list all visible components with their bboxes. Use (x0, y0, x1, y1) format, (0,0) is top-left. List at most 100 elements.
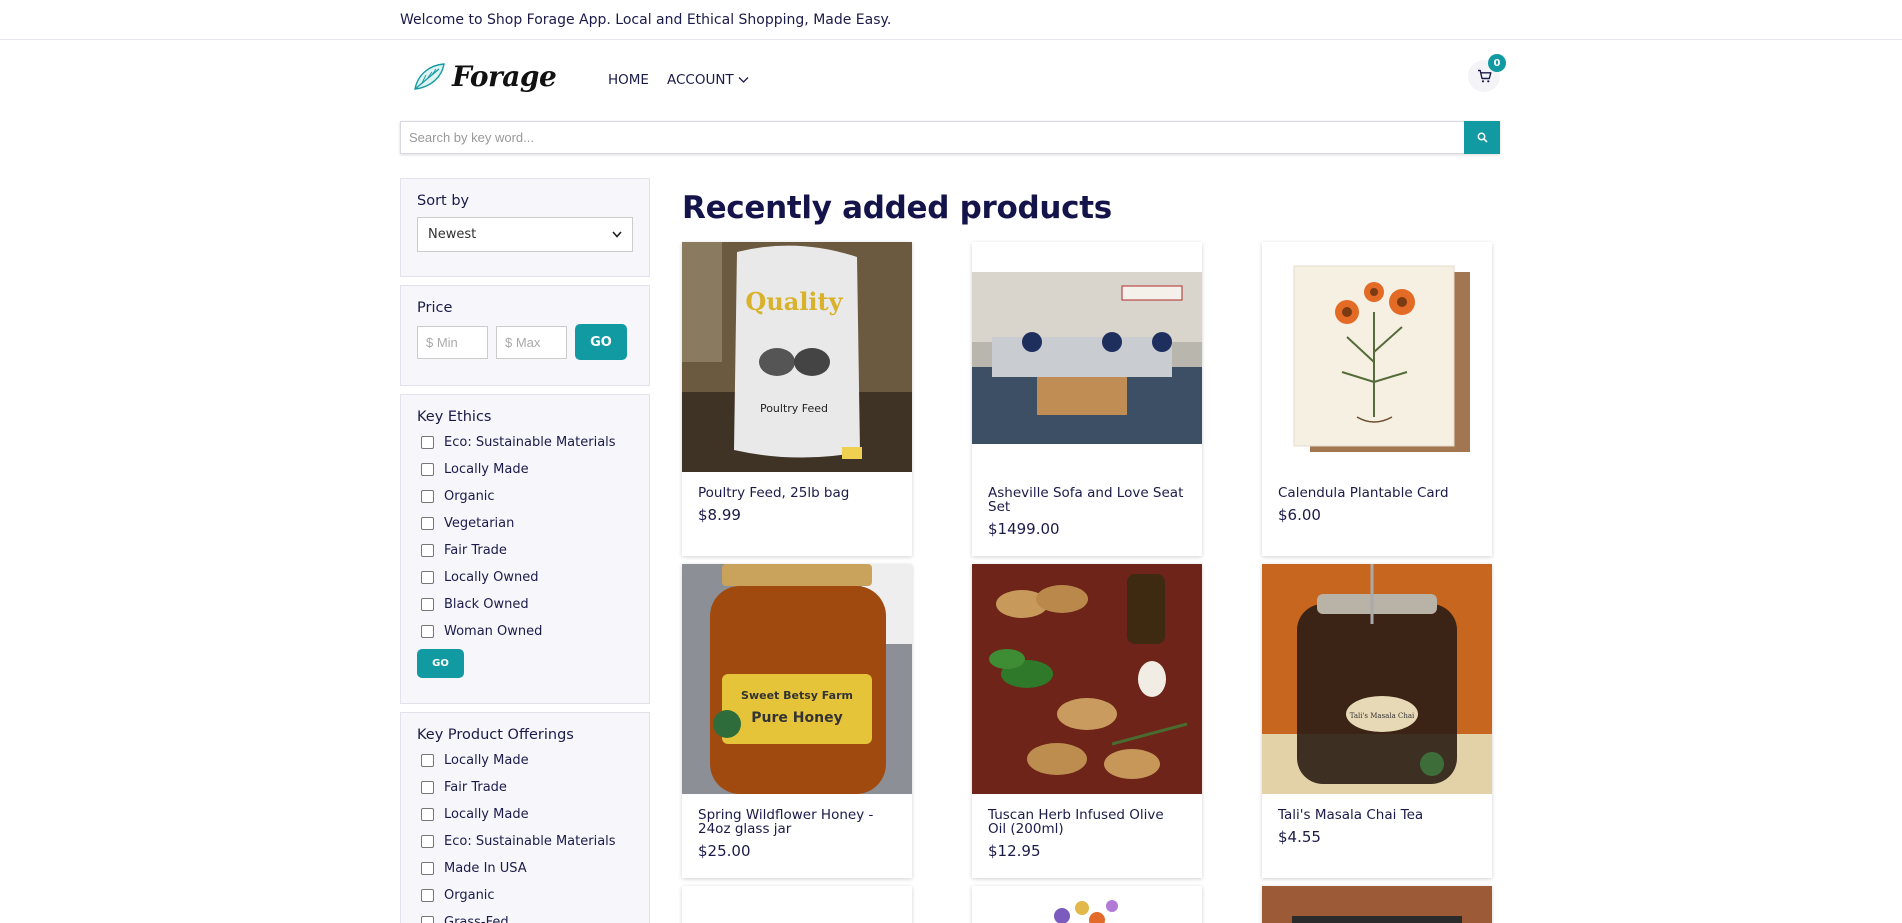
filter-checkbox-row[interactable]: Woman Owned (417, 618, 633, 645)
search-button[interactable] (1464, 121, 1500, 154)
product-price: $4.55 (1278, 828, 1321, 846)
checkbox-label: Fair Trade (444, 543, 507, 558)
checkbox[interactable] (421, 835, 434, 848)
checkbox[interactable] (421, 808, 434, 821)
product-card[interactable]: Tuscan Herb Infused Olive Oil (200ml) $1… (972, 564, 1202, 878)
product-image (972, 886, 1202, 923)
price-panel: Price GO (400, 285, 650, 386)
search-bar (400, 121, 1500, 154)
site-header: Forage HOME ACCOUNT 0 (400, 40, 1506, 120)
ethics-go-button[interactable]: GO (417, 649, 464, 678)
checkbox[interactable] (421, 625, 434, 638)
product-card[interactable] (1262, 886, 1492, 923)
checkbox-label: Made In USA (444, 861, 527, 876)
product-image (972, 564, 1202, 794)
checkbox[interactable] (421, 916, 434, 923)
sort-selected-value: Newest (428, 227, 477, 242)
search-input[interactable] (401, 122, 1464, 153)
checkbox[interactable] (421, 862, 434, 875)
main-nav: HOME ACCOUNT (608, 72, 749, 88)
price-min-input[interactable] (417, 325, 488, 359)
checkbox-label: Eco: Sustainable Materials (444, 435, 616, 450)
product-price: $6.00 (1278, 506, 1321, 524)
brick-wall-image (1262, 886, 1492, 923)
checkbox[interactable] (421, 436, 434, 449)
price-title: Price (417, 300, 453, 316)
welcome-bar: Welcome to Shop Forage App. Local and Et… (0, 0, 1902, 40)
checkbox-label: Locally Made (444, 807, 529, 822)
product-name: Poultry Feed, 25lb bag (698, 485, 850, 501)
key-offerings-title: Key Product Offerings (417, 727, 574, 743)
svg-text:Tali's Masala Chai: Tali's Masala Chai (1350, 712, 1415, 720)
price-go-button[interactable]: GO (575, 324, 627, 360)
checkbox-label: Organic (444, 489, 495, 504)
filter-checkbox-row[interactable]: Black Owned (417, 591, 633, 618)
checkbox[interactable] (421, 544, 434, 557)
product-card[interactable]: Calendula Plantable Card $6.00 (1262, 242, 1492, 556)
olive-oil-image (972, 564, 1202, 794)
filter-checkbox-row[interactable]: Eco: Sustainable Materials (417, 429, 633, 456)
product-image: Tali's Masala Chai (1262, 564, 1492, 794)
product-image (1262, 242, 1492, 472)
product-name: Tali's Masala Chai Tea (1278, 807, 1424, 823)
sort-select[interactable]: Newest (417, 217, 633, 252)
filter-checkbox-row[interactable]: Organic (417, 882, 633, 909)
product-card[interactable] (682, 886, 912, 923)
cart-count-badge: 0 (1488, 54, 1506, 72)
key-offerings-panel: Key Product Offerings Locally Made Fair T… (400, 712, 650, 923)
svg-text:Poultry Feed: Poultry Feed (760, 402, 828, 415)
checkbox[interactable] (421, 490, 434, 503)
filter-checkbox-row[interactable]: Locally Made (417, 801, 633, 828)
product-name: Calendula Plantable Card (1278, 485, 1449, 501)
filter-checkbox-row[interactable]: Made In USA (417, 855, 633, 882)
product-name: Asheville Sofa and Love Seat Set (988, 485, 1184, 515)
filter-checkbox-row[interactable]: Organic (417, 483, 633, 510)
filter-checkbox-row[interactable]: Vegetarian (417, 510, 633, 537)
logo[interactable]: Forage (412, 60, 557, 93)
filter-checkbox-row[interactable]: Eco: Sustainable Materials (417, 828, 633, 855)
filter-checkbox-row[interactable]: Locally Made (417, 747, 633, 774)
filter-checkbox-row[interactable]: Fair Trade (417, 537, 633, 564)
leaf-icon (414, 62, 445, 90)
filter-checkbox-row[interactable]: Locally Owned (417, 564, 633, 591)
calendula-card-image (1293, 265, 1470, 452)
price-max-input[interactable] (496, 325, 567, 359)
product-price: $8.99 (698, 506, 741, 524)
svg-text:Pure Honey: Pure Honey (751, 710, 842, 726)
key-ethics-title: Key Ethics (417, 409, 492, 425)
checkbox[interactable] (421, 571, 434, 584)
checkbox[interactable] (421, 754, 434, 767)
welcome-text: Welcome to Shop Forage App. Local and Et… (400, 12, 892, 28)
nav-home[interactable]: HOME (608, 72, 649, 88)
checkbox[interactable] (421, 598, 434, 611)
checkbox-label: Black Owned (444, 597, 529, 612)
product-card[interactable]: Asheville Sofa and Love Seat Set $1499.0… (972, 242, 1202, 556)
svg-text:Sweet Betsy Farm: Sweet Betsy Farm (741, 689, 853, 702)
nav-account[interactable]: ACCOUNT (667, 72, 749, 88)
filter-checkbox-row[interactable]: Locally Made (417, 456, 633, 483)
product-image (972, 242, 1202, 472)
main-content: Recently added products Quality Poultry … (682, 190, 1492, 923)
checkbox-label: Locally Made (444, 462, 529, 477)
search-icon (1477, 132, 1488, 143)
checkbox-label: Locally Made (444, 753, 529, 768)
honey-jar-image: Sweet Betsy Farm Pure Honey (682, 564, 912, 794)
checkbox[interactable] (421, 517, 434, 530)
product-card[interactable]: Quality Poultry Feed Poultry Feed, 25lb … (682, 242, 912, 556)
svg-text:Quality: Quality (745, 287, 843, 316)
poultry-feed-image: Quality Poultry Feed (682, 242, 912, 472)
checkbox[interactable] (421, 889, 434, 902)
chai-tea-jar-image: Tali's Masala Chai (1262, 564, 1492, 794)
checkbox[interactable] (421, 781, 434, 794)
checkbox[interactable] (421, 463, 434, 476)
product-price: $25.00 (698, 842, 751, 860)
filter-checkbox-row[interactable]: Grass-Fed (417, 909, 633, 923)
product-card[interactable]: Tali's Masala Chai Tali's Masala Chai Te… (1262, 564, 1492, 878)
product-card[interactable] (972, 886, 1202, 923)
product-card[interactable]: Sweet Betsy Farm Pure Honey Spring Wildf… (682, 564, 912, 878)
cart-button[interactable]: 0 (1468, 54, 1506, 92)
filter-sidebar: Sort by Newest Price GO Key Ethics Eco: … (400, 178, 650, 923)
chevron-down-icon (612, 231, 622, 238)
filter-checkbox-row[interactable]: Fair Trade (417, 774, 633, 801)
key-ethics-list: Eco: Sustainable Materials Locally Made Or… (417, 429, 633, 645)
